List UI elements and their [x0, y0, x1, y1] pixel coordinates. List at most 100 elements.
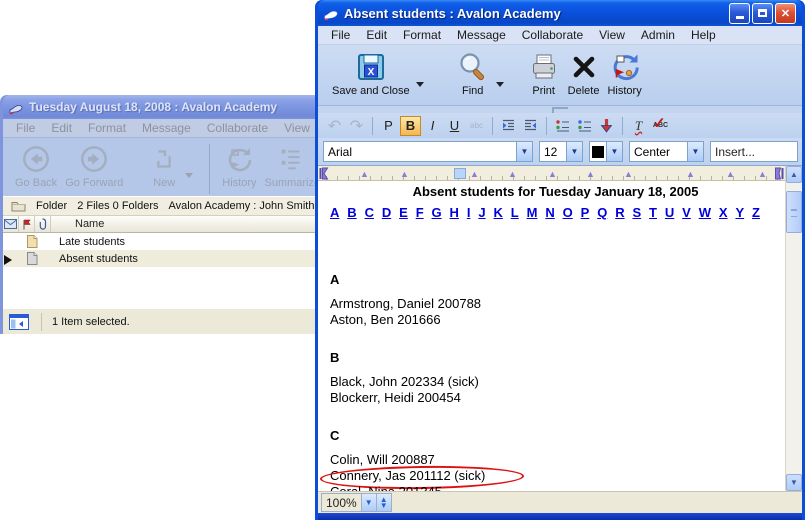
- ruler[interactable]: ▲ ▲ ▲ ▲ ▲ ▲ ▲ ▲ ▲ ▲: [318, 166, 785, 181]
- scroll-down-icon[interactable]: ▼: [786, 474, 802, 491]
- tab-stop-marker[interactable]: ▲: [360, 169, 369, 179]
- fg-titlebar[interactable]: Absent students : Avalon Academy ✕: [318, 0, 802, 26]
- close-button[interactable]: ✕: [775, 3, 796, 24]
- chevron-down-icon[interactable]: ▼: [606, 142, 622, 161]
- insert-section-icon[interactable]: [596, 116, 617, 136]
- print-button[interactable]: Print: [524, 49, 564, 98]
- alphabet-link[interactable]: E: [399, 205, 408, 220]
- menu-item[interactable]: Message: [134, 119, 199, 137]
- vertical-scrollbar[interactable]: ▲ ▼: [785, 166, 802, 491]
- menu-item[interactable]: View: [276, 119, 318, 137]
- alphabet-link[interactable]: L: [511, 205, 519, 220]
- history-button[interactable]: History: [603, 49, 645, 98]
- alphabet-link[interactable]: Z: [752, 205, 760, 220]
- bold-button[interactable]: B: [400, 116, 421, 136]
- menu-item[interactable]: Edit: [358, 26, 395, 44]
- menu-item[interactable]: Help: [683, 26, 724, 44]
- minimize-button[interactable]: [729, 3, 750, 24]
- menu-item[interactable]: Message: [449, 26, 514, 44]
- menu-item[interactable]: File: [323, 26, 358, 44]
- alphabet-link[interactable]: K: [493, 205, 502, 220]
- spell-check-icon[interactable]: ABC ✓: [650, 116, 671, 136]
- alphabet-link[interactable]: F: [416, 205, 424, 220]
- alphabet-link[interactable]: X: [719, 205, 728, 220]
- menu-item[interactable]: Collaborate: [514, 26, 591, 44]
- menu-item[interactable]: Format: [395, 26, 449, 44]
- scrollbar-thumb[interactable]: [786, 191, 802, 233]
- left-margin-marker[interactable]: [319, 167, 328, 179]
- italic-button[interactable]: I: [422, 116, 443, 136]
- tab-stop-marker[interactable]: ▲: [726, 169, 735, 179]
- tab-stop-marker[interactable]: ▲: [624, 169, 633, 179]
- delete-button[interactable]: Delete: [564, 49, 604, 98]
- alphabet-link[interactable]: P: [581, 205, 590, 220]
- new-button[interactable]: New: [145, 141, 183, 190]
- tab-stop-marker[interactable]: ▲: [586, 169, 595, 179]
- find-button[interactable]: Find: [452, 49, 494, 98]
- numbered-list-icon[interactable]: [574, 116, 595, 136]
- menu-item[interactable]: Admin: [633, 26, 683, 44]
- toolbar-collapse-handle[interactable]: [318, 105, 802, 113]
- alphabet-link[interactable]: A: [330, 205, 339, 220]
- alphabet-link[interactable]: G: [432, 205, 442, 220]
- alphabet-link[interactable]: V: [682, 205, 691, 220]
- zoom-dropdown-icon[interactable]: ▼: [361, 494, 376, 511]
- text-properties-button[interactable]: abc: [466, 116, 487, 136]
- bullet-list-icon[interactable]: [552, 116, 573, 136]
- alphabet-link[interactable]: Y: [735, 205, 744, 220]
- redo-icon[interactable]: ↷: [346, 116, 367, 136]
- menu-item[interactable]: Edit: [43, 119, 80, 137]
- alphabet-link[interactable]: I: [467, 205, 471, 220]
- indent-increase-icon[interactable]: [498, 116, 519, 136]
- alphabet-link[interactable]: T: [649, 205, 657, 220]
- font-size-select[interactable]: 12 ▼: [539, 141, 583, 162]
- bg-history-button[interactable]: History: [218, 141, 260, 190]
- alphabet-link[interactable]: M: [527, 205, 538, 220]
- undo-icon[interactable]: ↶: [324, 116, 345, 136]
- font-family-select[interactable]: Arial ▼: [323, 141, 533, 162]
- zoom-control[interactable]: 100% ▼ ▲▼: [321, 493, 392, 512]
- scrollbar-track[interactable]: [786, 183, 802, 474]
- maximize-button[interactable]: [752, 3, 773, 24]
- indent-marker[interactable]: [454, 168, 466, 179]
- tab-stop-marker[interactable]: ▲: [548, 169, 557, 179]
- right-margin-marker[interactable]: [774, 167, 783, 179]
- menu-item[interactable]: Collaborate: [199, 119, 276, 137]
- tab-stop-marker[interactable]: ▲: [508, 169, 517, 179]
- alphabet-link[interactable]: C: [365, 205, 374, 220]
- alphabet-link[interactable]: J: [478, 205, 485, 220]
- chevron-down-icon[interactable]: ▼: [566, 142, 582, 161]
- tab-stop-marker[interactable]: ▲: [400, 169, 409, 179]
- tab-stop-marker[interactable]: ▲: [686, 169, 695, 179]
- font-color-select[interactable]: ▼: [589, 141, 623, 162]
- zoom-spinner[interactable]: ▲▼: [376, 494, 391, 511]
- insert-field[interactable]: Insert...: [710, 141, 798, 162]
- save-dropdown-caret[interactable]: [416, 82, 424, 87]
- save-and-close-button[interactable]: X Save and Close: [328, 49, 414, 98]
- alphabet-link[interactable]: H: [450, 205, 459, 220]
- tab-stop-marker[interactable]: ▲: [470, 169, 479, 179]
- go-back-button[interactable]: Go Back: [11, 141, 61, 190]
- scroll-up-icon[interactable]: ▲: [786, 166, 802, 183]
- go-forward-button[interactable]: Go Forward: [61, 141, 127, 190]
- indent-decrease-icon[interactable]: [520, 116, 541, 136]
- paragraph-style-button[interactable]: P: [378, 116, 399, 136]
- alphabet-link[interactable]: W: [699, 205, 711, 220]
- tab-stop-marker[interactable]: ▲: [758, 169, 767, 179]
- alphabet-link[interactable]: R: [615, 205, 624, 220]
- alphabet-link[interactable]: D: [382, 205, 391, 220]
- find-dropdown-caret[interactable]: [496, 82, 504, 87]
- alphabet-link[interactable]: O: [563, 205, 573, 220]
- menu-item[interactable]: View: [591, 26, 633, 44]
- envelope-column-icon[interactable]: [3, 216, 19, 232]
- alphabet-link[interactable]: B: [347, 205, 356, 220]
- alphabet-link[interactable]: N: [545, 205, 554, 220]
- alphabet-link[interactable]: Q: [597, 205, 607, 220]
- text-color-icon[interactable]: T: [628, 116, 649, 136]
- rich-text-editor[interactable]: Absent students for Tuesday January 18, …: [318, 181, 785, 491]
- menu-item[interactable]: Format: [80, 119, 134, 137]
- chevron-down-icon[interactable]: ▼: [516, 142, 532, 161]
- new-dropdown-caret[interactable]: [185, 173, 193, 178]
- chevron-down-icon[interactable]: ▼: [687, 142, 703, 161]
- flag-column-icon[interactable]: [19, 216, 35, 232]
